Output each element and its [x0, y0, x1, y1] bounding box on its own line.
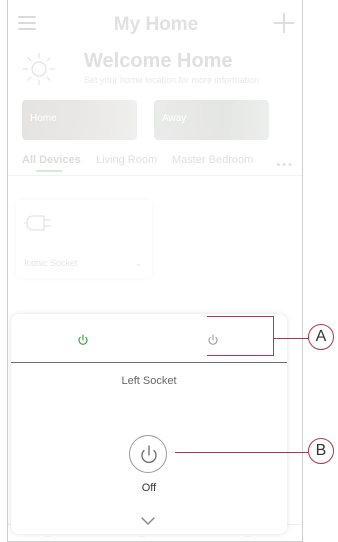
power-icon: [141, 445, 157, 463]
callout-b: B: [308, 438, 334, 464]
chevron-down-icon[interactable]: [140, 516, 156, 526]
callout-line-b: [175, 452, 308, 453]
callout-a: A: [308, 324, 334, 350]
callout-bracket-a: [207, 316, 274, 356]
screen: My Home Welcome Home Set your home locat…: [0, 0, 338, 542]
power-state-label: Off: [141, 482, 157, 494]
power-button[interactable]: [129, 435, 167, 473]
socket-label: Left Socket: [121, 375, 177, 387]
callout-line-a: [274, 338, 308, 339]
power-icon-left-socket[interactable]: [77, 334, 89, 346]
divider: [11, 362, 287, 363]
